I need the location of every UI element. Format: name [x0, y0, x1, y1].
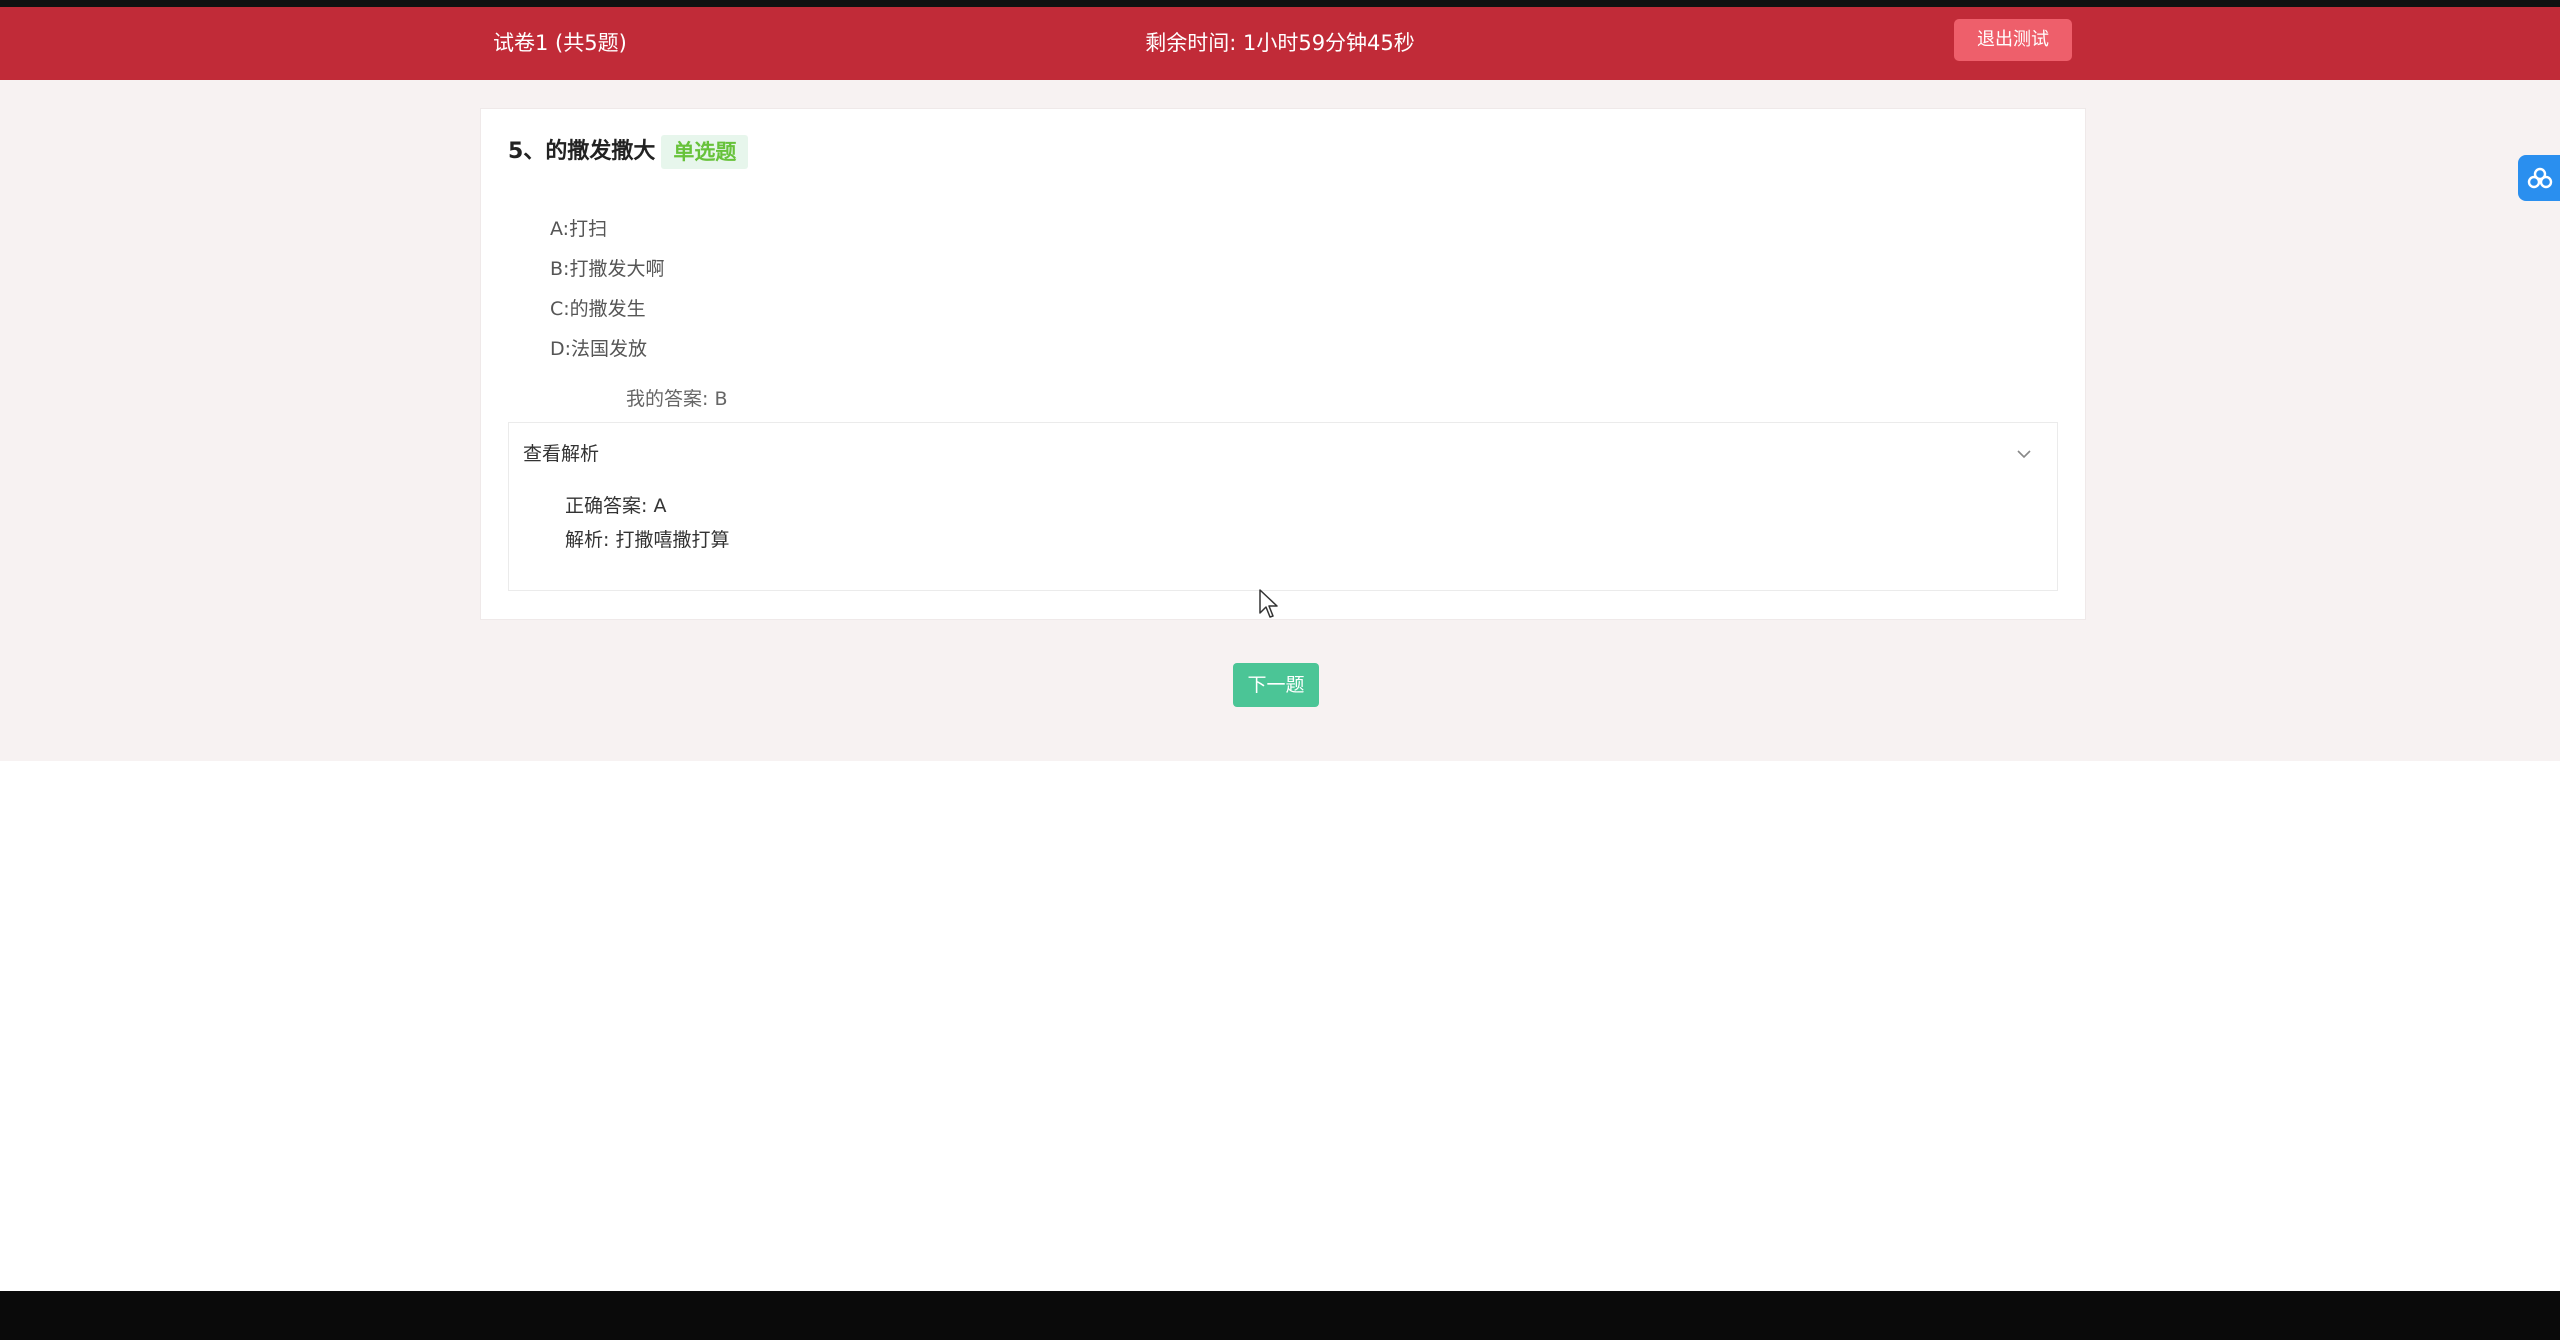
remaining-time: 剩余时间: 1小时59分钟45秒 [1145, 31, 1415, 55]
analysis-content: 正确答案: A 解析: 打撒嘻撒打算 [565, 489, 729, 557]
question-number: 5、 [508, 139, 546, 164]
question-type-tag: 单选题 [661, 135, 749, 169]
exit-test-button[interactable]: 退出测试 [1954, 19, 2072, 61]
option-c: C: 的撒发生 [550, 289, 664, 329]
bottom-bar [0, 1291, 2560, 1340]
option-key: D: [550, 338, 572, 360]
question-text: 的撒发撒大 [545, 139, 656, 164]
top-border [0, 0, 2560, 7]
option-list: A: 打扫 B: 打撒发大啊 C: 的撒发生 D: 法国发放 [550, 209, 664, 369]
question-title: 5、 的撒发撒大 单选题 [508, 135, 749, 169]
analysis-toggle[interactable]: 查看解析 [509, 423, 2057, 485]
option-text: 打扫 [569, 218, 608, 240]
option-key: C: [550, 298, 570, 320]
correct-answer: 正确答案: A [565, 495, 667, 517]
option-d: D: 法国发放 [550, 329, 664, 369]
side-link-widget[interactable] [2518, 155, 2560, 201]
mouse-pointer-icon [1259, 589, 1278, 618]
question-card: 5、 的撒发撒大 单选题 A: 打扫 B: 打撒发大啊 C: 的撒发生 D: 法… [480, 108, 2086, 620]
exam-header: 试卷1 (共5题) 剩余时间: 1小时59分钟45秒 退出测试 [0, 7, 2560, 80]
option-key: A: [550, 218, 570, 240]
link-icon [2527, 167, 2553, 189]
main-area: 5、 的撒发撒大 单选题 A: 打扫 B: 打撒发大啊 C: 的撒发生 D: 法… [0, 80, 2560, 761]
chevron-down-icon[interactable] [2015, 445, 2033, 463]
my-answer: 我的答案: B [626, 388, 728, 410]
explanation: 解析: 打撒嘻撒打算 [565, 529, 730, 551]
analysis-panel: 查看解析 正确答案: A 解析: 打撒嘻撒打算 [508, 422, 2058, 591]
option-key: B: [550, 258, 570, 280]
option-text: 打撒发大啊 [569, 258, 665, 280]
analysis-title: 查看解析 [523, 443, 600, 465]
option-a: A: 打扫 [550, 209, 664, 249]
option-b: B: 打撒发大啊 [550, 249, 664, 289]
option-text: 法国发放 [571, 338, 648, 360]
option-text: 的撒发生 [569, 298, 646, 320]
next-question-button[interactable]: 下一题 [1233, 663, 1319, 707]
